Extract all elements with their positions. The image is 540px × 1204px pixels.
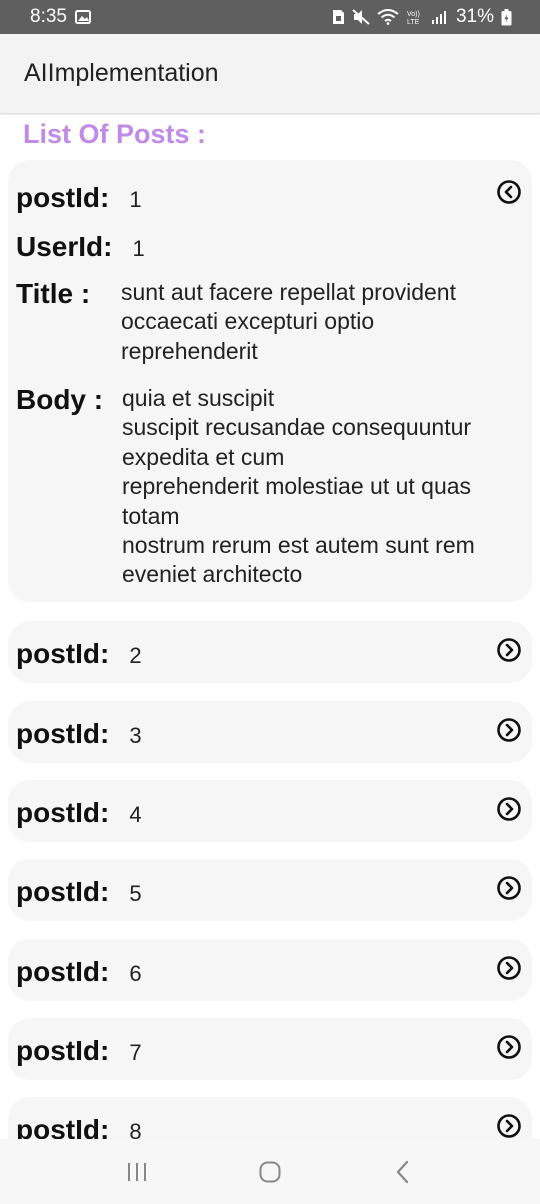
post-id-value: 1 <box>129 187 142 212</box>
recent-apps-button[interactable] <box>117 1152 157 1192</box>
svg-text:LTE: LTE <box>407 19 420 26</box>
status-right: Vo)) LTE 31% <box>332 6 512 28</box>
post-id-label: postId: <box>16 1114 110 1139</box>
chevron-left-circle-icon[interactable] <box>496 179 522 205</box>
post-card[interactable]: postId: 3 <box>8 701 532 763</box>
status-left: 8:35 <box>30 6 91 28</box>
post-card[interactable]: postId: 8 <box>8 1097 532 1139</box>
post-id-label: postId: <box>16 1035 110 1066</box>
posts-list[interactable]: postId: 1 UserId: 1 Title : sunt aut fac… <box>0 155 540 1139</box>
battery-icon <box>501 8 512 26</box>
post-card[interactable]: postId: 4 <box>8 780 532 842</box>
battery-percent: 31% <box>455 6 494 27</box>
post-id-value: 2 <box>129 643 142 668</box>
chevron-right-circle-icon[interactable] <box>496 637 522 663</box>
chevron-right-circle-icon[interactable] <box>496 1113 522 1139</box>
app-bar: AIImplementation <box>0 34 540 114</box>
section-header: List Of Posts : <box>0 115 540 155</box>
body-value: quia et suscipit suscipit recusandae con… <box>122 385 475 588</box>
post-id-label: postId: <box>16 638 110 669</box>
volte-icon: Vo)) LTE <box>406 8 424 26</box>
body-row: Body : <box>16 384 103 416</box>
post-id-label: postId: <box>16 956 110 987</box>
signal-icon <box>431 9 449 25</box>
post-card-expanded[interactable]: postId: 1 UserId: 1 Title : sunt aut fac… <box>8 160 532 602</box>
post-id-row: postId: 4 <box>16 797 142 829</box>
post-id-row: postId: 7 <box>16 1035 142 1067</box>
chevron-right-circle-icon[interactable] <box>496 955 522 981</box>
post-id-label: postId: <box>16 182 110 213</box>
user-id-label: UserId: <box>16 231 113 262</box>
post-card[interactable]: postId: 5 <box>8 859 532 921</box>
post-id-row: postId: 8 <box>16 1114 142 1139</box>
post-id-value: 7 <box>129 1040 142 1065</box>
app-title: AIImplementation <box>24 59 219 87</box>
back-button[interactable] <box>383 1152 423 1192</box>
svg-text:Vo)): Vo)) <box>407 11 420 18</box>
post-id-value: 6 <box>129 961 142 986</box>
body-label: Body : <box>16 384 104 415</box>
title-label: Title : <box>16 278 91 309</box>
chevron-right-circle-icon[interactable] <box>496 1034 522 1060</box>
status-bar: 8:35 Vo)) LTE 31% <box>0 0 540 34</box>
post-id-row: postId: 1 <box>16 182 142 214</box>
post-id-value: 4 <box>129 802 142 827</box>
user-id-value: 1 <box>132 236 145 261</box>
title-row: Title : <box>16 278 90 310</box>
post-id-value: 3 <box>129 723 142 748</box>
post-id-value: 5 <box>129 881 142 906</box>
home-button[interactable] <box>250 1152 290 1192</box>
post-card[interactable]: postId: 7 <box>8 1018 532 1080</box>
post-id-label: postId: <box>16 797 110 828</box>
post-id-row: postId: 3 <box>16 718 142 750</box>
post-id-row: postId: 5 <box>16 876 142 908</box>
gallery-icon <box>74 10 91 24</box>
mute-icon <box>352 9 370 25</box>
chevron-right-circle-icon[interactable] <box>496 717 522 743</box>
user-id-row: UserId: 1 <box>16 231 145 263</box>
status-time: 8:35 <box>30 6 67 27</box>
post-id-row: postId: 2 <box>16 638 142 670</box>
sim-icon <box>332 9 345 25</box>
post-id-label: postId: <box>16 876 110 907</box>
post-card[interactable]: postId: 6 <box>8 939 532 1001</box>
system-nav-bar <box>0 1139 540 1204</box>
chevron-right-circle-icon[interactable] <box>496 796 522 822</box>
chevron-right-circle-icon[interactable] <box>496 875 522 901</box>
wifi-icon <box>377 9 399 25</box>
post-id-row: postId: 6 <box>16 956 142 988</box>
title-value: sunt aut facere repellat provident occae… <box>121 279 456 364</box>
post-id-value: 8 <box>129 1119 142 1139</box>
post-card[interactable]: postId: 2 <box>8 621 532 683</box>
post-id-label: postId: <box>16 718 110 749</box>
section-title: List Of Posts : <box>23 119 207 149</box>
